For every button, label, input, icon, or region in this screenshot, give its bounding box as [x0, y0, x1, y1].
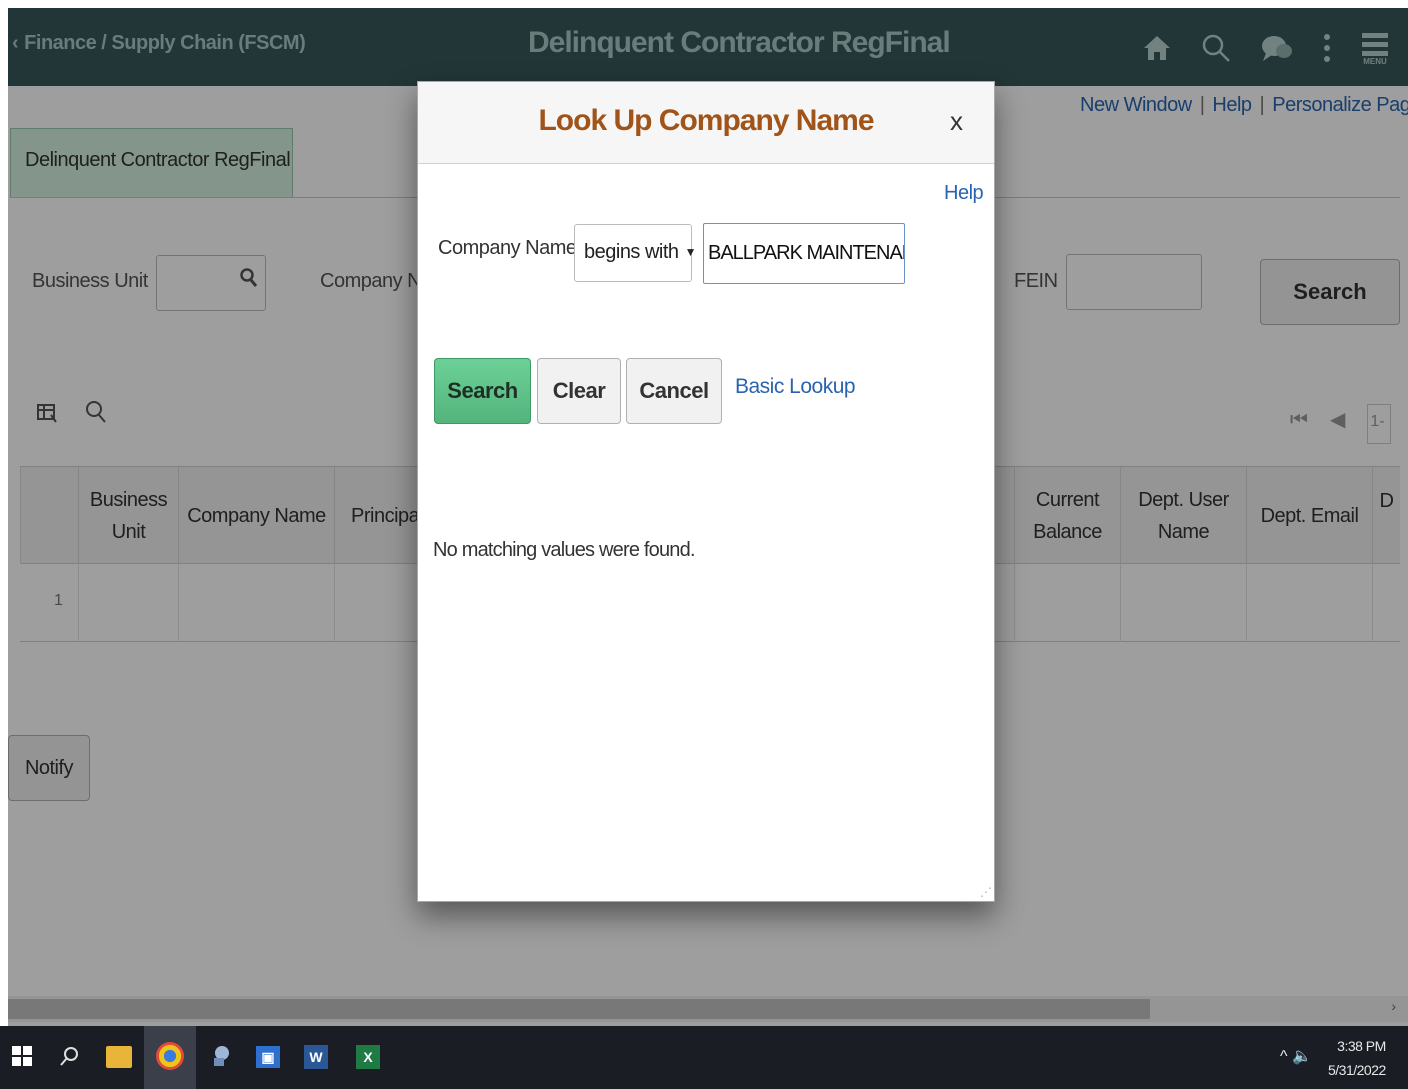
- lookup-search-button[interactable]: Search: [434, 358, 531, 424]
- column-header[interactable]: Company Name: [178, 467, 334, 565]
- taskbar: ▣ W X ^ 🔈 3:38 PM 5/31/2022: [0, 1026, 1408, 1089]
- app-header: ‹ Finance / Supply Chain (FSCM) Delinquen…: [8, 8, 1408, 86]
- lookup-dialog: Look Up Company Name x Help Company Name…: [417, 81, 995, 902]
- table-cell[interactable]: [1246, 564, 1372, 642]
- column-header[interactable]: Dept. User Name: [1120, 467, 1246, 565]
- chat-icon[interactable]: [1260, 33, 1294, 63]
- search-icon[interactable]: [1200, 32, 1232, 64]
- menu-text: MENU: [1363, 56, 1387, 66]
- dialog-header: Look Up Company Name x: [418, 82, 994, 164]
- personalize-page-link[interactable]: Personalize Page: [1272, 94, 1408, 116]
- horizontal-scrollbar[interactable]: ›: [8, 996, 1408, 1022]
- scroll-right-icon[interactable]: ›: [1391, 998, 1396, 1014]
- column-header[interactable]: Current Balance: [1014, 467, 1120, 565]
- grid-toolbar: [36, 400, 127, 431]
- dialog-title: Look Up Company Name: [538, 104, 874, 137]
- column-header[interactable]: Dept. Email: [1246, 467, 1372, 565]
- resize-handle-icon[interactable]: ⋰: [980, 885, 992, 899]
- chevron-up-icon[interactable]: ^: [1280, 1048, 1288, 1065]
- kebab-icon[interactable]: [1322, 32, 1332, 64]
- table-cell[interactable]: [78, 564, 178, 642]
- word-icon[interactable]: W: [304, 1045, 328, 1069]
- column-header[interactable]: D: [1372, 467, 1400, 565]
- fein-label: FEIN: [1014, 270, 1058, 292]
- back-link-label: Finance / Supply Chain (FSCM): [24, 32, 306, 54]
- operator-select[interactable]: begins with ▼: [574, 224, 696, 282]
- outlook-icon[interactable]: ▣: [256, 1046, 280, 1068]
- row-num-header: [20, 467, 78, 565]
- table-cell[interactable]: [1014, 564, 1120, 642]
- notify-button[interactable]: Notify: [8, 735, 90, 801]
- chevron-down-icon: ▼: [684, 245, 697, 259]
- grid-personalize-icon[interactable]: [36, 403, 65, 430]
- table-cell[interactable]: [1372, 564, 1400, 642]
- tray-icons[interactable]: ^ 🔈: [1280, 1046, 1312, 1066]
- dialog-help-link[interactable]: Help: [944, 182, 984, 205]
- scrollbar-thumb[interactable]: [8, 999, 1150, 1019]
- grid-find-icon[interactable]: [85, 401, 107, 430]
- close-icon[interactable]: x: [950, 106, 963, 137]
- home-icon[interactable]: [1142, 33, 1172, 63]
- help-link[interactable]: Help: [1212, 94, 1252, 116]
- app-icon[interactable]: [208, 1042, 236, 1070]
- first-page-icon[interactable]: ⏮: [1290, 409, 1308, 431]
- utility-links: New Window | Help | Personalize Page: [1080, 94, 1408, 117]
- company-name-field-label: Company Name: [438, 237, 577, 259]
- company-name-label: Company Na: [320, 270, 432, 292]
- row-range: 1-: [1367, 404, 1392, 444]
- taskbar-search-icon[interactable]: [56, 1042, 84, 1070]
- page-heading: Delinquent Contractor RegFinal: [528, 26, 951, 59]
- file-explorer-icon[interactable]: [106, 1046, 132, 1068]
- business-unit-label: Business Unit: [32, 270, 148, 292]
- taskbar-clock[interactable]: 3:38 PM 5/31/2022: [1328, 1034, 1386, 1082]
- no-results-message: No matching values were found.: [433, 539, 696, 561]
- new-window-link[interactable]: New Window: [1080, 94, 1192, 116]
- operator-value: begins with: [584, 241, 679, 263]
- business-unit-lookup-icon[interactable]: [240, 268, 258, 294]
- basic-lookup-link[interactable]: Basic Lookup: [735, 375, 856, 399]
- excel-icon[interactable]: X: [356, 1045, 380, 1069]
- prev-page-icon[interactable]: ◀: [1330, 409, 1345, 431]
- header-actions: MENU: [1142, 18, 1390, 78]
- tab-delinquent-contractor[interactable]: Delinquent Contractor RegFinal: [10, 128, 293, 198]
- volume-icon[interactable]: 🔈: [1292, 1048, 1312, 1065]
- grid-pager: ⏮ ◀ 1-: [1290, 404, 1392, 444]
- clock-date: 5/31/2022: [1328, 1062, 1386, 1078]
- chevron-left-icon: ‹: [12, 32, 19, 54]
- column-header[interactable]: Business Unit: [78, 467, 178, 565]
- back-link[interactable]: ‹ Finance / Supply Chain (FSCM): [12, 32, 306, 55]
- clear-button[interactable]: Clear: [537, 358, 621, 424]
- table-cell[interactable]: [1120, 564, 1246, 642]
- fein-input[interactable]: [1066, 254, 1202, 310]
- company-name-input[interactable]: BALLPARK MAINTENANC: [703, 223, 905, 284]
- chrome-icon[interactable]: [156, 1042, 184, 1070]
- clock-time: 3:38 PM: [1337, 1038, 1386, 1054]
- cancel-button[interactable]: Cancel: [626, 358, 722, 424]
- search-button[interactable]: Search: [1260, 259, 1400, 325]
- windows-start-icon[interactable]: [8, 1042, 36, 1070]
- row-number: 1: [54, 592, 63, 609]
- menu-icon[interactable]: MENU: [1360, 31, 1390, 66]
- table-cell[interactable]: [178, 564, 334, 642]
